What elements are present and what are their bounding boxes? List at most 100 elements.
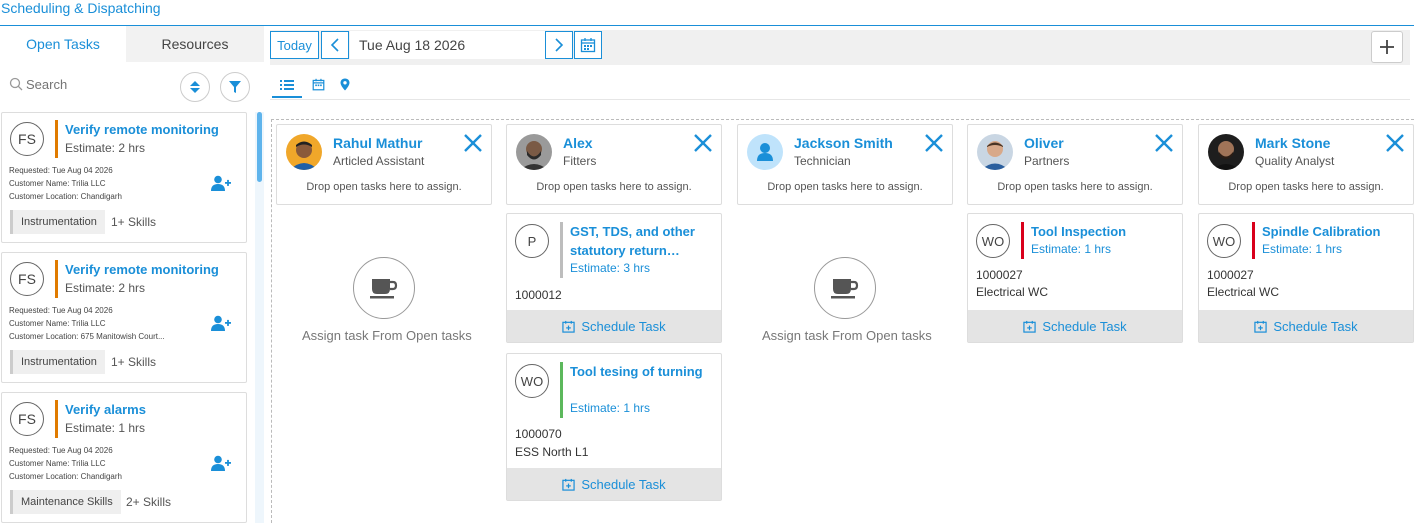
resource-card-oliver[interactable]: Oliver Partners Drop open tasks here to … xyxy=(967,124,1183,205)
skills-count[interactable]: 2+ Skills xyxy=(126,495,171,509)
resource-name[interactable]: Jackson Smith xyxy=(794,135,893,151)
task-customer: Customer Name: Trilia LLC xyxy=(9,179,106,188)
list-view-button[interactable] xyxy=(272,74,302,98)
calendar-add-icon xyxy=(562,478,576,491)
empty-column-text: Assign task From Open tasks xyxy=(302,328,472,343)
resource-name[interactable]: Mark Stone xyxy=(1255,135,1330,151)
resource-card-alex[interactable]: Alex Fitters Drop open tasks here to ass… xyxy=(506,124,722,205)
calendar-icon xyxy=(580,38,596,53)
skills-count[interactable]: 1+ Skills xyxy=(111,215,156,229)
resource-role: Partners xyxy=(1024,154,1070,168)
task-card[interactable]: FS Verify remote monitoring Estimate: 2 … xyxy=(1,252,247,383)
close-icon[interactable] xyxy=(924,133,944,153)
add-user-icon[interactable] xyxy=(210,315,232,331)
task-work-center: Electrical WC xyxy=(1207,285,1280,299)
calendar-view-button[interactable] xyxy=(309,76,327,92)
priority-bar xyxy=(560,222,563,278)
resource-card-rahul-mathur[interactable]: Rahul Mathur Articled Assistant Drop ope… xyxy=(276,124,492,205)
task-customer: Customer Name: Trilia LLC xyxy=(9,319,106,328)
search-input[interactable] xyxy=(26,74,166,94)
resource-card-jackson-smith[interactable]: Jackson Smith Technician Drop open tasks… xyxy=(737,124,953,205)
panel-tabs: Open Tasks Resources xyxy=(0,26,264,62)
schedule-task-button[interactable]: Schedule Task xyxy=(507,468,721,500)
task-estimate: Estimate: 2 hrs xyxy=(65,281,146,295)
calendar-add-icon xyxy=(1023,320,1037,333)
task-requested: Requested: Tue Aug 04 2026 xyxy=(9,446,113,455)
task-type-badge: P xyxy=(515,224,549,258)
task-type-badge: WO xyxy=(1207,224,1241,258)
calendar-add-icon xyxy=(562,320,576,333)
close-icon[interactable] xyxy=(1385,133,1405,153)
task-location: Customer Location: 675 Manitowish Court.… xyxy=(9,332,165,341)
task-card[interactable]: FS Verify remote monitoring Estimate: 2 … xyxy=(1,112,247,243)
task-type-badge: FS xyxy=(10,262,44,296)
avatar xyxy=(286,134,322,170)
filter-button[interactable] xyxy=(220,72,250,102)
schedule-task-button[interactable]: Schedule Task xyxy=(1199,310,1413,342)
task-requested: Requested: Tue Aug 04 2026 xyxy=(9,306,113,315)
task-location: Customer Location: Chandigarh xyxy=(9,192,122,201)
task-title[interactable]: Verify alarms xyxy=(65,402,146,417)
add-button[interactable] xyxy=(1371,31,1403,63)
add-user-icon[interactable] xyxy=(210,175,232,191)
tab-resources[interactable]: Resources xyxy=(126,26,264,62)
coffee-cup-icon xyxy=(814,257,876,319)
resource-role: Articled Assistant xyxy=(333,154,425,168)
priority-bar xyxy=(1252,222,1255,259)
skills-count[interactable]: 1+ Skills xyxy=(111,355,156,369)
task-requested: Requested: Tue Aug 04 2026 xyxy=(9,166,113,175)
task-estimate: Estimate: 2 hrs xyxy=(65,141,146,155)
map-view-button[interactable] xyxy=(336,76,354,92)
next-day-button[interactable] xyxy=(545,31,573,59)
assigned-task-card[interactable]: P GST, TDS, and other statutory return… … xyxy=(506,213,722,343)
date-toolbar: Today Tue Aug 18 2026 xyxy=(270,30,1410,65)
close-icon[interactable] xyxy=(693,133,713,153)
date-picker-button[interactable] xyxy=(574,31,602,59)
task-estimate: Estimate: 1 hrs xyxy=(65,421,146,435)
priority-bar xyxy=(1021,222,1024,259)
resource-name[interactable]: Oliver xyxy=(1024,135,1064,151)
task-estimate: Estimate: 1 hrs xyxy=(1262,242,1343,256)
today-button[interactable]: Today xyxy=(270,31,319,59)
view-switcher xyxy=(270,70,1410,100)
current-date[interactable]: Tue Aug 18 2026 xyxy=(350,31,545,59)
avatar xyxy=(977,134,1013,170)
task-title[interactable]: GST, TDS, and other statutory return… xyxy=(570,222,710,260)
drop-hint: Drop open tasks here to assign. xyxy=(536,181,692,193)
task-bar xyxy=(55,120,58,158)
tab-open-tasks[interactable]: Open Tasks xyxy=(0,26,126,62)
scrollbar-thumb[interactable] xyxy=(257,112,262,182)
resource-card-mark-stone[interactable]: Mark Stone Quality Analyst Drop open tas… xyxy=(1198,124,1414,205)
assigned-task-card[interactable]: WO Tool Inspection Estimate: 1 hrs 10000… xyxy=(967,213,1183,343)
prev-day-button[interactable] xyxy=(321,31,349,59)
task-title[interactable]: Tool tesing of turning xyxy=(570,362,710,381)
schedule-task-label: Schedule Task xyxy=(1042,318,1127,334)
schedule-task-label: Schedule Task xyxy=(581,318,666,334)
assigned-task-card[interactable]: WO Spindle Calibration Estimate: 1 hrs 1… xyxy=(1198,213,1414,343)
task-bar xyxy=(55,260,58,298)
calendar-icon xyxy=(312,78,324,90)
filter-icon xyxy=(229,81,241,93)
resource-role: Fitters xyxy=(563,154,597,168)
task-estimate: Estimate: 1 hrs xyxy=(1031,242,1112,256)
task-title[interactable]: Tool Inspection xyxy=(1031,222,1171,241)
task-title[interactable]: Verify remote monitoring xyxy=(65,122,219,137)
resource-name[interactable]: Alex xyxy=(563,135,593,151)
close-icon[interactable] xyxy=(1154,133,1174,153)
schedule-task-button[interactable]: Schedule Task xyxy=(507,310,721,342)
task-title[interactable]: Spindle Calibration xyxy=(1262,222,1402,241)
add-user-icon[interactable] xyxy=(210,455,232,471)
drop-hint: Drop open tasks here to assign. xyxy=(767,181,923,193)
coffee-cup-icon xyxy=(353,257,415,319)
resource-role: Quality Analyst xyxy=(1255,154,1335,168)
assigned-task-card[interactable]: WO Tool tesing of turning Estimate: 1 hr… xyxy=(506,353,722,501)
task-title[interactable]: Verify remote monitoring xyxy=(65,262,219,277)
task-customer: Customer Name: Trilia LLC xyxy=(9,459,106,468)
resource-role: Technician xyxy=(794,154,851,168)
task-work-center: ESS North L1 xyxy=(515,445,589,459)
task-card[interactable]: FS Verify alarms Estimate: 1 hrs Request… xyxy=(1,392,247,523)
schedule-task-button[interactable]: Schedule Task xyxy=(968,310,1182,342)
close-icon[interactable] xyxy=(463,133,483,153)
sort-button[interactable] xyxy=(180,72,210,102)
resource-name[interactable]: Rahul Mathur xyxy=(333,135,422,151)
